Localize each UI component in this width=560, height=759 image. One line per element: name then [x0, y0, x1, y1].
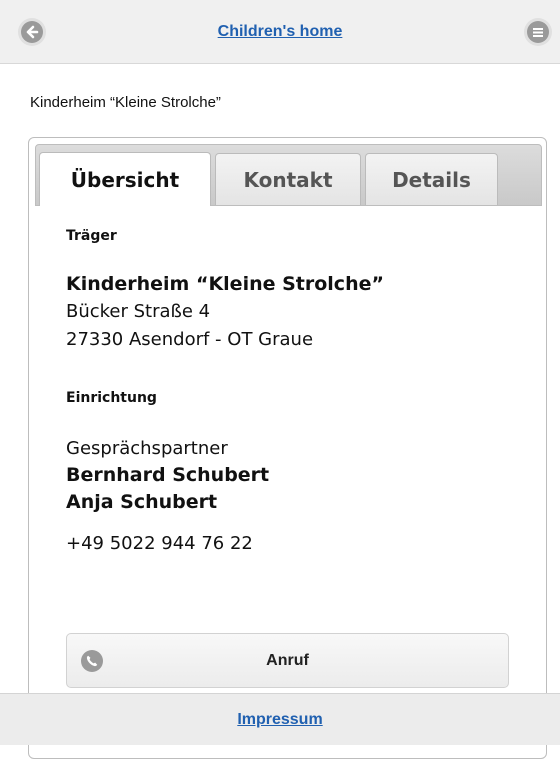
carrier-label: Träger	[66, 228, 117, 244]
contact-person: Anja Schubert	[66, 491, 218, 513]
overview-content: Träger Kinderheim “Kleine Strolche” Bück…	[66, 228, 516, 558]
details-panel: Übersicht Kontakt Details Träger Kinderh…	[28, 137, 547, 759]
impressum-link[interactable]: Impressum	[237, 711, 322, 729]
tab-overview[interactable]: Übersicht	[39, 152, 211, 206]
tab-contact[interactable]: Kontakt	[215, 153, 361, 205]
call-button-label: Anruf	[266, 651, 309, 669]
page-title: Kinderheim “Kleine Strolche”	[30, 94, 221, 111]
menu-icon	[533, 28, 543, 37]
address-street: Bücker Straße 4	[66, 301, 211, 322]
facility-label: Einrichtung	[66, 390, 157, 406]
app-header: Children's home	[0, 0, 560, 64]
app-footer: Impressum	[0, 693, 560, 745]
header-title-link[interactable]: Children's home	[0, 0, 560, 63]
contact-person: Bernhard Schubert	[66, 464, 270, 486]
menu-button[interactable]	[527, 21, 549, 43]
call-button[interactable]: Anruf	[66, 633, 509, 688]
tab-bar: Übersicht Kontakt Details	[35, 144, 542, 206]
address-city: 27330 Asendorf - OT Graue	[66, 329, 314, 350]
organization-name: Kinderheim “Kleine Strolche”	[66, 273, 384, 295]
phone-number: +49 5022 944 76 22	[66, 533, 253, 554]
tab-details[interactable]: Details	[365, 153, 498, 205]
contact-person-label: Gesprächspartner	[66, 438, 228, 459]
